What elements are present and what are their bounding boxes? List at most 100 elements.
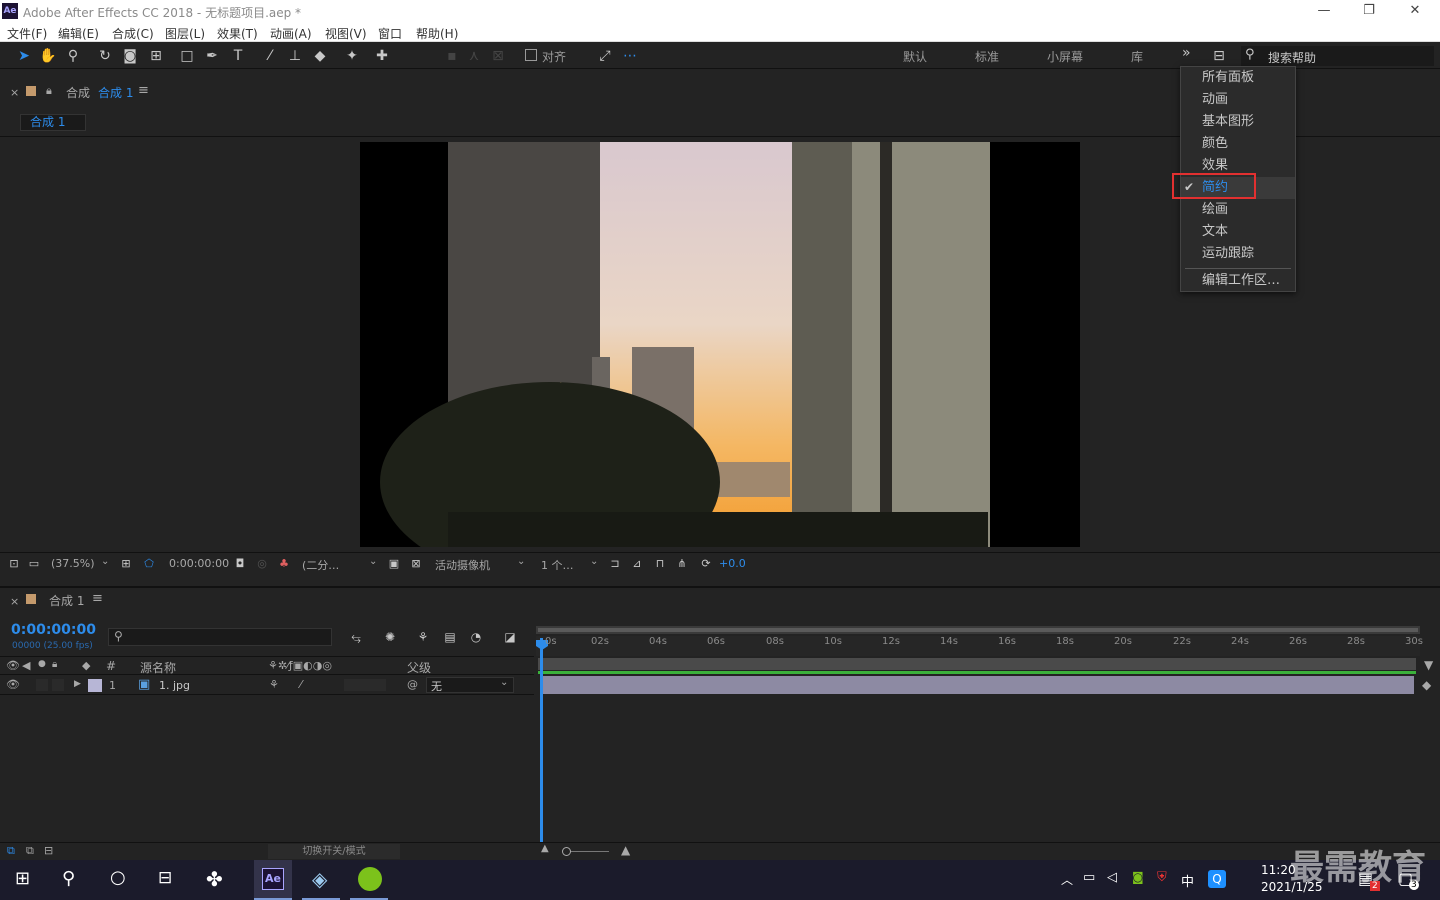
workspace-menu-motion-tracking[interactable]: 运动跟踪 bbox=[1181, 243, 1295, 265]
always-preview-icon[interactable]: ⊡ bbox=[4, 554, 24, 574]
layer-search-input[interactable]: ⚲ bbox=[108, 628, 332, 646]
workspace-menu-text[interactable]: 文本 bbox=[1181, 221, 1295, 243]
align-checkbox[interactable] bbox=[525, 49, 537, 61]
flowchart-icon[interactable]: ⋔ bbox=[672, 554, 692, 574]
eraser-tool-icon[interactable]: ◆ bbox=[310, 46, 330, 66]
viewer-timecode[interactable]: 0:00:00:00 bbox=[169, 557, 229, 570]
rotate-tool-icon[interactable]: ↻ bbox=[95, 46, 115, 66]
comp-panel-name[interactable]: 合成 1 bbox=[98, 84, 133, 101]
zoom-in-icon[interactable]: ▲ bbox=[621, 843, 630, 857]
reset-exposure-icon[interactable]: ⟳ bbox=[696, 554, 716, 574]
views-select[interactable]: 1 个… bbox=[541, 557, 574, 573]
show-snapshot-icon[interactable]: ◎ bbox=[252, 554, 272, 574]
timeline-menu-icon[interactable]: ≡ bbox=[92, 591, 103, 606]
snap-features-icon[interactable]: ⋯ bbox=[620, 46, 640, 66]
pinwheel-app-icon[interactable]: ✤ bbox=[206, 867, 223, 891]
selection-tool-icon[interactable]: ➤ bbox=[14, 46, 34, 66]
workspace-standard[interactable]: 标准 bbox=[975, 48, 999, 65]
nvidia-icon[interactable]: ◙ bbox=[1132, 870, 1144, 884]
ime-indicator[interactable]: 中 bbox=[1181, 871, 1194, 890]
timeline-timecode[interactable]: 0:00:00:00 bbox=[11, 622, 96, 638]
toggle-switches-modes-button[interactable]: 切换开关/模式 bbox=[268, 844, 400, 859]
zoom-out-icon[interactable]: ▲ bbox=[541, 843, 549, 854]
security-shield-icon[interactable]: ⛨ bbox=[1157, 870, 1167, 885]
shy-layers-icon[interactable]: ⚘ bbox=[413, 627, 433, 647]
search-help-field[interactable]: ⚲ 搜索帮助 bbox=[1241, 46, 1434, 66]
views-chevron-down-icon[interactable]: ⌄ bbox=[590, 556, 598, 567]
channels-icon[interactable]: ♣ bbox=[274, 554, 294, 574]
timeline-close-button[interactable]: × bbox=[10, 595, 19, 608]
parent-pick-whip-icon[interactable]: @ bbox=[407, 678, 418, 691]
rectangle-tool-icon[interactable]: □ bbox=[177, 46, 197, 66]
mask-visibility-icon[interactable]: ⬠ bbox=[139, 554, 159, 574]
restore-button[interactable]: ❐ bbox=[1354, 2, 1384, 20]
frame-blending-icon[interactable]: ▤ bbox=[440, 627, 460, 647]
zoom-tool-icon[interactable]: ⚲ bbox=[63, 46, 83, 66]
layer-row[interactable]: 👁︎ ▶ 1 ▣ 1. jpg ⚘ ⁄ @ 无 ⌄ bbox=[0, 676, 534, 695]
workspace-small-screen[interactable]: 小屏幕 bbox=[1047, 48, 1083, 65]
menu-edit[interactable]: 编辑(E) bbox=[58, 25, 99, 42]
resolution-select[interactable]: (二分… bbox=[302, 557, 339, 573]
camera-chevron-down-icon[interactable]: ⌄ bbox=[517, 556, 525, 567]
volume-icon[interactable]: ◁︎ bbox=[1107, 870, 1117, 885]
layer-solo-toggle[interactable] bbox=[36, 679, 48, 691]
time-ruler[interactable] bbox=[536, 636, 1420, 656]
minimize-button[interactable]: — bbox=[1309, 2, 1339, 20]
layer-visibility-icon[interactable]: 👁︎ bbox=[6, 678, 20, 691]
in-out-icon[interactable]: ⊟ bbox=[44, 844, 53, 857]
composition-frame[interactable] bbox=[360, 142, 1080, 547]
menu-animation[interactable]: 动画(A) bbox=[270, 25, 312, 42]
task-view-icon[interactable]: ⊟ bbox=[158, 868, 172, 888]
quality-switch-icon[interactable]: ⁄ bbox=[300, 678, 302, 691]
roto-brush-tool-icon[interactable]: ✦ bbox=[342, 46, 362, 66]
network-icon[interactable]: ▭ bbox=[1083, 870, 1095, 885]
camera-tool-icon[interactable]: ◙ bbox=[120, 46, 140, 66]
timeline-comp-name[interactable]: 合成 1 bbox=[49, 592, 84, 609]
menu-view[interactable]: 视图(V) bbox=[325, 25, 367, 42]
parent-select[interactable]: 无 ⌄ bbox=[426, 677, 514, 693]
layer-lock-toggle[interactable] bbox=[52, 679, 64, 691]
search-icon[interactable]: ⚲ bbox=[62, 868, 75, 889]
menu-file[interactable]: 文件(F) bbox=[7, 25, 47, 42]
layer-name[interactable]: 1. jpg bbox=[159, 679, 190, 692]
fast-previews-icon[interactable]: ⊿ bbox=[627, 554, 647, 574]
monitor-icon[interactable]: ▭ bbox=[24, 554, 44, 574]
local-axis-icon[interactable]: ▪ bbox=[442, 46, 462, 66]
current-time-indicator[interactable] bbox=[540, 638, 543, 844]
cortana-icon[interactable]: ○ bbox=[110, 867, 126, 888]
layer-label-color[interactable] bbox=[88, 679, 102, 692]
expand-triangle-icon[interactable]: ▶ bbox=[74, 679, 81, 689]
workspace-default[interactable]: 默认 bbox=[903, 48, 927, 65]
text-tool-icon[interactable]: T bbox=[228, 46, 248, 66]
menu-layer[interactable]: 图层(L) bbox=[165, 25, 205, 42]
panel-menu-icon[interactable]: ≡ bbox=[138, 83, 149, 98]
menu-help[interactable]: 帮助(H) bbox=[416, 25, 458, 42]
comp-flow-tab[interactable]: 合成 1 bbox=[20, 114, 86, 131]
keyframe-nav-icon[interactable]: ◆ bbox=[1422, 678, 1431, 692]
zoom-level-select[interactable]: (37.5%) bbox=[51, 557, 95, 570]
toggle-pixel-aspect-icon[interactable]: ⊐ bbox=[605, 554, 625, 574]
layer-switch-boxes[interactable] bbox=[344, 679, 386, 691]
menu-window[interactable]: 窗口 bbox=[378, 25, 402, 42]
view-axis-icon[interactable]: ⊠ bbox=[488, 46, 508, 66]
snapshot-camera-icon[interactable]: ◘ bbox=[230, 554, 250, 574]
close-button[interactable]: ✕ bbox=[1400, 2, 1430, 20]
work-area-range[interactable] bbox=[538, 628, 1418, 632]
comp-mini-flowchart-icon[interactable]: ⥃ bbox=[346, 627, 366, 647]
draft-3d-icon[interactable]: ✺ bbox=[380, 627, 400, 647]
pen-tool-icon[interactable]: ✒ bbox=[202, 46, 222, 66]
snap-icon[interactable]: ⤢ bbox=[595, 46, 615, 66]
transfer-controls-icon[interactable]: ⧉ bbox=[26, 844, 34, 858]
clone-stamp-tool-icon[interactable]: ⊥ bbox=[285, 46, 305, 66]
comp-button-icon[interactable]: ▼ bbox=[1424, 658, 1433, 672]
workspace-libraries[interactable]: 库 bbox=[1131, 48, 1143, 65]
menu-composition[interactable]: 合成(C) bbox=[112, 25, 154, 42]
workspace-menu-animation[interactable]: 动画 bbox=[1181, 89, 1295, 111]
zoom-slider-handle[interactable] bbox=[562, 847, 571, 856]
after-effects-taskbar-button[interactable]: Ae bbox=[254, 860, 292, 900]
windows-start-icon[interactable]: ⊞ bbox=[15, 868, 30, 889]
transparency-grid-icon[interactable]: ⊠ bbox=[406, 554, 426, 574]
hand-tool-icon[interactable]: ✋ bbox=[38, 46, 58, 66]
world-axis-icon[interactable]: ⋏ bbox=[464, 46, 484, 66]
tray-overflow-chevron-icon[interactable]: ︿ bbox=[1061, 871, 1073, 888]
